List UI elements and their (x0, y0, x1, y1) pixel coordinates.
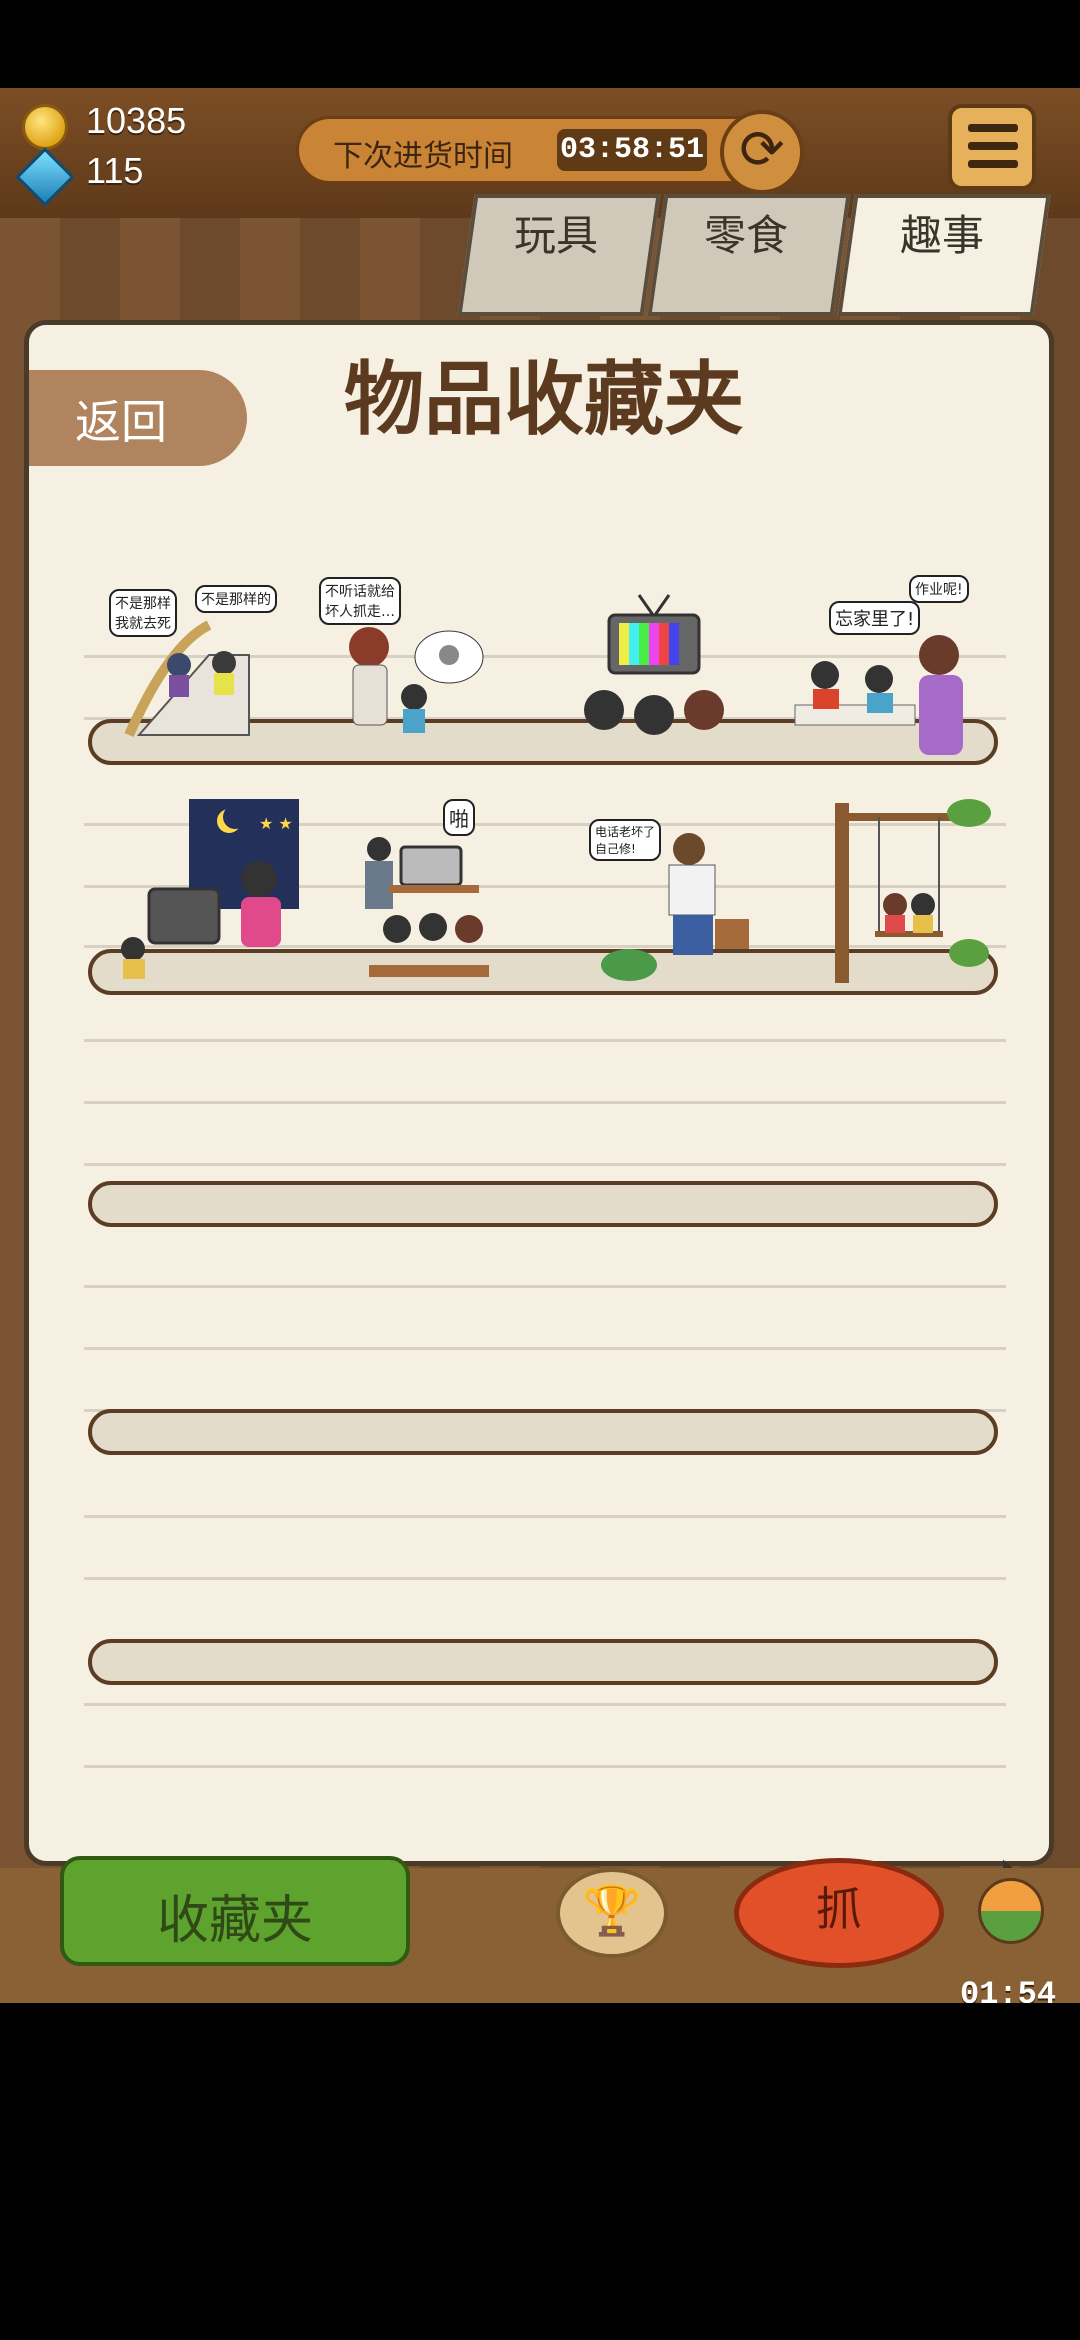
speech-bubble: 啪 (443, 799, 475, 836)
ruled-line (84, 1577, 1006, 1580)
shelf-5 (88, 1639, 998, 1685)
refresh-icon: ⟳ (739, 118, 785, 181)
trophy-icon: 🏆 (582, 1883, 642, 1939)
collectible-tree-swing[interactable] (819, 793, 999, 993)
collectible-slide-argument[interactable]: 不是那样 我就去死 不是那样的 (99, 585, 277, 755)
ruled-line (84, 1039, 1006, 1042)
tab-snacks-label: 零食 (703, 211, 788, 260)
speech-bubble: 不是那样的 (195, 585, 277, 613)
collection-panel: 返回 物品收藏夹 不是那样 我就去死 不是那样的 不听话就给 坏人抓走… 作业呢… (24, 320, 1054, 1927)
collection-label: 收藏夹 (156, 1891, 313, 1951)
collectible-tv-test-pattern[interactable] (569, 585, 739, 755)
speech-bubble: 忘家里了! (829, 601, 921, 635)
collectible-scary-mom[interactable]: 不听话就给 坏人抓走… (319, 577, 489, 757)
restock-label: 下次进货时间 (333, 139, 513, 174)
menu-button[interactable] (948, 104, 1036, 190)
collectible-forgot-homework[interactable]: 作业呢! 忘家里了! (789, 575, 989, 760)
ruled-line (84, 1347, 1006, 1350)
gem-icon (15, 147, 75, 207)
collectible-hit-the-tv[interactable]: 啪 (349, 799, 549, 989)
shelf-3 (88, 1181, 998, 1227)
game-screen: 10385 115 下次进货时间 03:58:51 ⟳ 玩具 零食 趣事 返回 … (0, 88, 1080, 2003)
refresh-button[interactable]: ⟳ (720, 110, 804, 194)
ruled-line (84, 1515, 1006, 1518)
svg-text:★ ★: ★ ★ (259, 814, 293, 833)
shelf-4 (88, 1409, 998, 1455)
speech-bubble: 不是那样 我就去死 (109, 589, 177, 637)
speech-bubble: 不听话就给 坏人抓走… (319, 577, 401, 625)
grab-button[interactable]: 抓 (734, 1858, 944, 1968)
status-orb (978, 1878, 1044, 1944)
ruled-line (84, 1101, 1006, 1104)
restock-time: 03:58:51 (557, 129, 707, 171)
speech-bubble: 作业呢! (909, 575, 969, 603)
swing-icon (835, 799, 991, 983)
ruled-line (84, 1163, 1006, 1166)
gem-count: 115 (86, 150, 144, 191)
coin-icon (22, 104, 68, 150)
page-title: 物品收藏夹 (344, 353, 744, 446)
hamburger-icon (968, 124, 1018, 132)
coin-count: 10385 (86, 100, 187, 141)
bottom-bar: 收藏夹 🏆 抓 01:54 (0, 1856, 1080, 2003)
ruled-line (84, 1765, 1006, 1768)
speech-bubble: 电话老坏了 自己修! (589, 819, 662, 861)
tab-stories-label: 趣事 (899, 211, 984, 260)
collectible-tv-unplugged[interactable]: ★ ★ (119, 799, 319, 989)
trophy-button[interactable]: 🏆 (556, 1868, 668, 1958)
ruled-line (84, 1703, 1006, 1706)
night-tv-icon: ★ ★ (121, 799, 299, 979)
tv-watching-icon (584, 594, 724, 735)
ruled-line (84, 1285, 1006, 1288)
collectible-dad-repairs-phone[interactable]: 电话老坏了 自己修! (589, 809, 769, 989)
tab-toys-label: 玩具 (513, 211, 598, 260)
grab-label: 抓 (816, 1882, 862, 1936)
collection-button[interactable]: 收藏夹 (60, 1856, 410, 1966)
countdown-timer: 01:54 (960, 1976, 1057, 2003)
